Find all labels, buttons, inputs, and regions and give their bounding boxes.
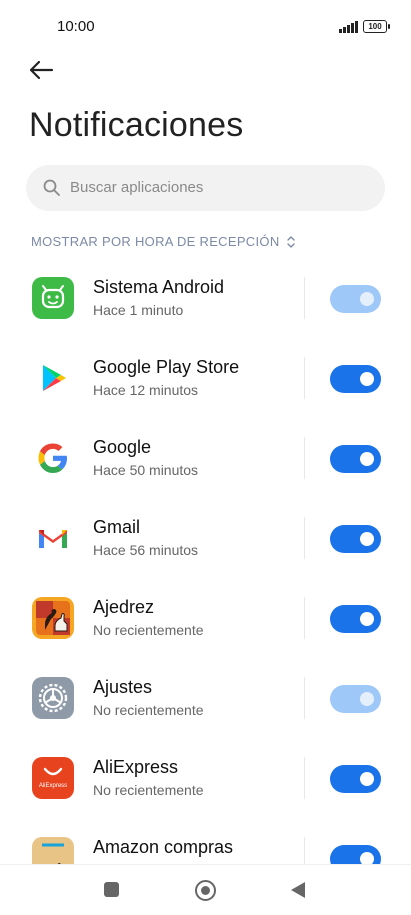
arrow-left-icon [29, 60, 54, 80]
recents-button[interactable] [104, 882, 119, 897]
list-item-ajedrez[interactable]: Ajedrez No recientemente [0, 579, 411, 659]
battery-icon: 100 [363, 20, 390, 33]
notification-toggle[interactable] [330, 685, 381, 713]
notification-toggle[interactable] [330, 285, 381, 313]
clock: 10:00 [57, 18, 95, 35]
divider [304, 437, 305, 479]
app-time: No recientemente [93, 622, 204, 638]
notification-toggle[interactable] [330, 605, 381, 633]
sort-selector[interactable]: MOSTRAR POR HORA DE RECEPCIÓN [31, 234, 296, 249]
play-store-icon [32, 357, 74, 399]
app-name: Google [93, 437, 152, 457]
list-item-ajustes[interactable]: Ajustes No recientemente [0, 659, 411, 739]
notification-toggle[interactable] [330, 365, 381, 393]
aliexpress-icon: AliExpress [32, 757, 74, 799]
divider [304, 277, 305, 319]
notification-toggle[interactable] [330, 765, 381, 793]
notification-toggle[interactable] [330, 525, 381, 553]
sort-label: MOSTRAR POR HORA DE RECEPCIÓN [31, 234, 280, 249]
gmail-icon [32, 517, 74, 559]
list-item-sistema-android[interactable]: Sistema Android Hace 1 minuto [0, 259, 411, 339]
search-placeholder: Buscar aplicaciones [70, 179, 204, 196]
app-time: No recientemente [93, 782, 204, 798]
android-icon [32, 277, 74, 319]
navigation-bar [0, 864, 411, 915]
app-name: Ajustes [93, 677, 153, 697]
divider [304, 517, 305, 559]
app-name: AliExpress [93, 757, 179, 777]
app-time: Hace 1 minuto [93, 302, 184, 318]
divider [304, 597, 305, 639]
app-time: No recientemente [93, 702, 204, 718]
app-name: Google Play Store [93, 357, 240, 377]
settings-icon [32, 677, 74, 719]
app-time: Hace 12 minutos [93, 382, 199, 398]
app-name: Gmail [93, 517, 141, 537]
page-title: Notificaciones [29, 106, 244, 144]
list-item-gmail[interactable]: Gmail Hace 56 minutos [0, 499, 411, 579]
divider [304, 677, 305, 719]
status-bar: 10:00 100 [0, 0, 411, 52]
app-time: Hace 56 minutos [93, 542, 199, 558]
list-item-google[interactable]: Google Hace 50 minutos [0, 419, 411, 499]
divider [304, 757, 305, 799]
app-name: Amazon compras [93, 837, 234, 857]
back-button[interactable] [26, 55, 56, 85]
app-time: Hace 50 minutos [93, 462, 199, 478]
sort-chevron-icon [286, 235, 295, 248]
search-icon [43, 179, 60, 196]
signal-icon [339, 20, 359, 33]
home-button[interactable] [195, 880, 216, 901]
notification-toggle[interactable] [330, 445, 381, 473]
chess-icon [32, 597, 74, 639]
list-item-google-play-store[interactable]: Google Play Store Hace 12 minutos [0, 339, 411, 419]
google-icon [32, 437, 74, 479]
search-input[interactable]: Buscar aplicaciones [26, 165, 385, 211]
app-name: Sistema Android [93, 277, 225, 297]
list-item-aliexpress[interactable]: AliExpress AliExpress No recientemente [0, 739, 411, 819]
app-name: Ajedrez [93, 597, 155, 617]
back-nav-button[interactable] [291, 882, 305, 898]
divider [304, 357, 305, 399]
